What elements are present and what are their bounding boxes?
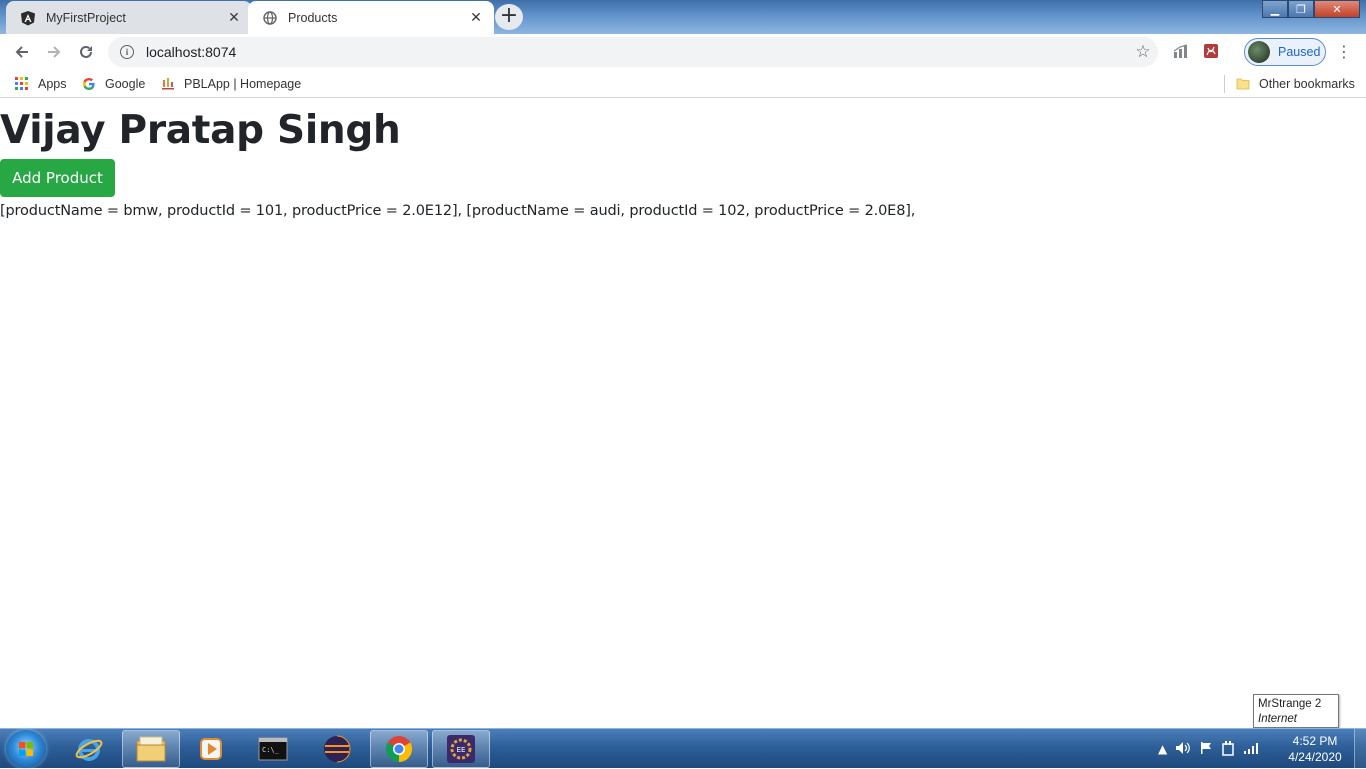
other-bookmarks[interactable]: Other bookmarks — [1235, 75, 1355, 93]
folder-icon — [1235, 76, 1251, 92]
bookmark-star-icon[interactable]: ☆ — [1128, 42, 1158, 62]
extensions-area — [1170, 40, 1222, 62]
address-bar[interactable]: i localhost:8074 ☆ — [108, 37, 1158, 67]
show-hidden-icons-icon[interactable]: ▲ — [1158, 742, 1167, 756]
network-signal-icon[interactable] — [1243, 741, 1259, 758]
reload-icon[interactable] — [70, 36, 102, 68]
show-desktop-button[interactable] — [1354, 729, 1366, 769]
google-icon — [81, 76, 97, 92]
other-bookmarks-label: Other bookmarks — [1259, 77, 1355, 91]
eclipse-icon[interactable] — [308, 730, 366, 768]
address-url[interactable]: localhost:8074 — [146, 44, 1128, 60]
svg-text:C:\_: C:\_ — [262, 746, 280, 754]
svg-text:EE: EE — [457, 746, 466, 754]
volume-icon[interactable] — [1175, 741, 1191, 758]
site-info-icon[interactable]: i — [120, 45, 134, 59]
network-tooltip: MrStrange 2 Internet access — [1253, 694, 1339, 740]
system-tray: ▲ — [1158, 731, 1259, 767]
minimize-icon[interactable]: ▁ — [1262, 0, 1288, 18]
tab-strip: MyFirstProject ✕ Products ✕ + ▁ ❐ ✕ — [0, 0, 1366, 34]
bookmark-label: Apps — [38, 77, 67, 91]
back-arrow-icon[interactable] — [6, 36, 38, 68]
bookmarks-bar: Apps Google PBLApp | Homepage Other book… — [0, 70, 1366, 98]
restore-icon[interactable]: ❐ — [1288, 0, 1314, 18]
bookmark-apps[interactable]: Apps — [14, 75, 67, 93]
command-prompt-icon[interactable]: C:\_ — [244, 730, 302, 768]
analytics-extension-icon[interactable] — [1170, 40, 1192, 62]
action-center-flag-icon[interactable] — [1199, 741, 1213, 758]
windows-logo-icon — [19, 742, 33, 756]
new-tab-button[interactable]: + — [495, 4, 523, 30]
tab-products[interactable]: Products ✕ — [248, 1, 494, 34]
profile-button[interactable]: Paused — [1244, 38, 1326, 66]
taskbar-clock[interactable]: 4:52 PM 4/24/2020 — [1280, 733, 1350, 765]
clock-time: 4:52 PM — [1292, 734, 1338, 748]
tab-title: Products — [288, 10, 338, 25]
bookmark-label: PBLApp | Homepage — [184, 77, 302, 91]
product-list-text: [productName = bmw, productId = 101, pro… — [0, 203, 916, 219]
close-tab-icon[interactable]: ✕ — [468, 9, 484, 26]
power-icon[interactable] — [1221, 740, 1235, 759]
bookmarks-separator — [1224, 75, 1225, 93]
add-product-button[interactable]: Add Product — [0, 159, 115, 197]
angular-icon — [20, 10, 36, 26]
globe-icon — [262, 10, 278, 26]
window-controls: ▁ ❐ ✕ — [1262, 0, 1360, 18]
pdf-extension-icon[interactable] — [1200, 40, 1222, 62]
internet-explorer-icon[interactable] — [60, 730, 118, 768]
bookmark-label: Google — [105, 77, 146, 91]
profile-status: Paused — [1278, 45, 1321, 59]
chrome-icon[interactable] — [370, 730, 428, 768]
file-explorer-icon[interactable] — [122, 730, 180, 768]
bookmark-google[interactable]: Google — [81, 75, 145, 93]
close-tab-icon[interactable]: ✕ — [226, 9, 242, 26]
tab-title: MyFirstProject — [46, 10, 126, 25]
pblapp-icon — [160, 76, 176, 92]
start-button[interactable] — [6, 730, 46, 768]
media-player-icon[interactable] — [182, 730, 240, 768]
apps-grid-icon — [14, 76, 30, 92]
menu-dots-icon[interactable]: ⋮ — [1336, 42, 1352, 62]
tab-myfirstproject[interactable]: MyFirstProject ✕ — [6, 1, 252, 34]
network-name: MrStrange 2 — [1258, 698, 1322, 710]
bookmark-pblapp[interactable]: PBLApp | Homepage — [160, 75, 301, 93]
page-content: Vijay Pratap Singh Add Product [productN… — [0, 103, 1366, 728]
close-window-icon[interactable]: ✕ — [1314, 0, 1360, 18]
clock-date: 4/24/2020 — [1288, 750, 1342, 764]
browser-toolbar: i localhost:8074 ☆ Paused ⋮ — [0, 34, 1366, 70]
java-ee-ide-icon[interactable]: EE — [432, 730, 490, 768]
page-title: Vijay Pratap Singh — [0, 108, 401, 153]
taskbar: C:\_ EE ▲ 4:52 PM 4/24/2020 — [0, 728, 1366, 769]
forward-arrow-icon[interactable] — [38, 36, 70, 68]
avatar — [1248, 41, 1270, 63]
